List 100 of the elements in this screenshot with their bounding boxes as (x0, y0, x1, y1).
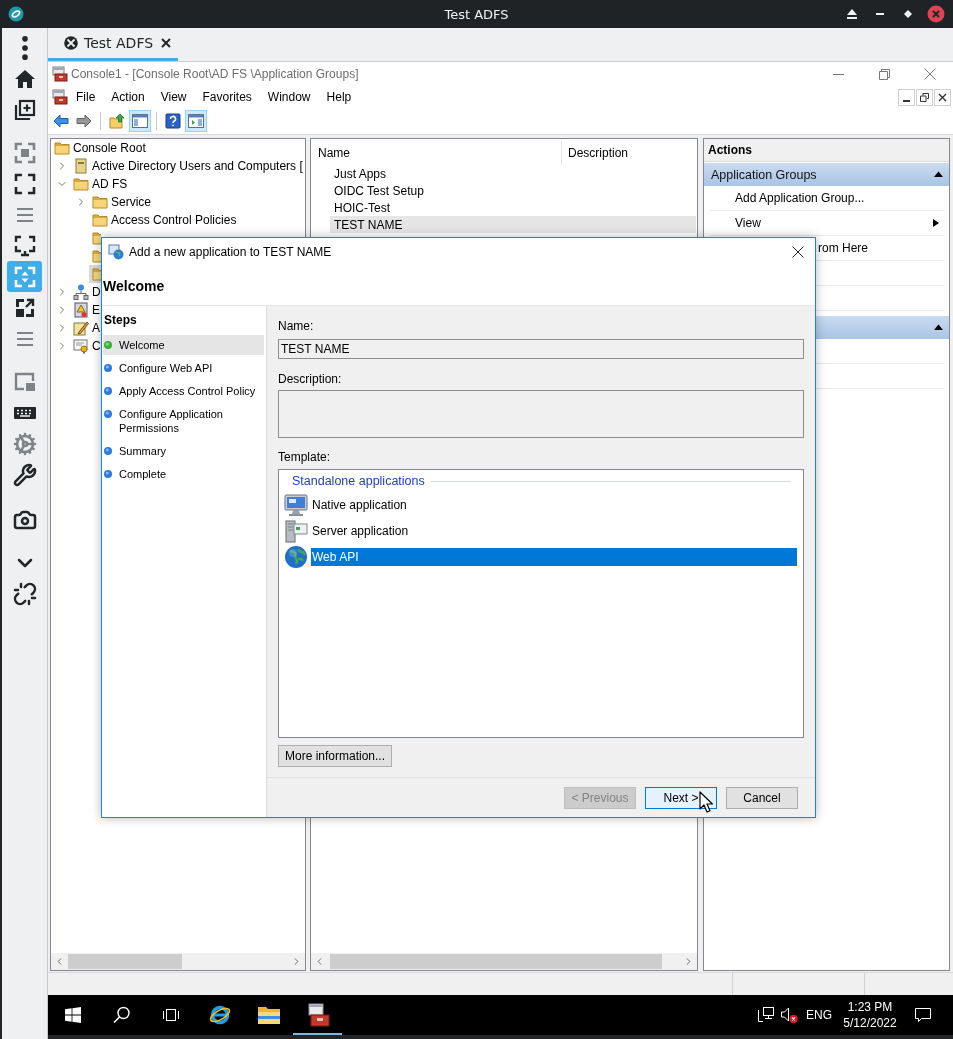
monitor-icon (284, 493, 308, 517)
window-title: Test ADFS (444, 6, 509, 22)
close-button[interactable] (934, 88, 951, 106)
minimize-icon (903, 99, 910, 102)
toolbox-icon (52, 66, 68, 82)
close-tab-button[interactable] (161, 38, 172, 48)
menu-item[interactable]: File (68, 87, 104, 107)
resize-icon (12, 264, 37, 289)
step-dot-icon (104, 341, 112, 349)
restore-icon (878, 68, 890, 80)
more-information-button[interactable]: More information... (278, 745, 393, 767)
field-label: Description: (278, 372, 342, 386)
monitor-corners-icon (12, 233, 37, 258)
minimize-icon (876, 13, 884, 15)
submenu-arrow-icon (932, 219, 940, 227)
toolbox-icon (52, 89, 68, 105)
close-icon (924, 68, 936, 80)
menu-item[interactable]: Favorites (194, 87, 260, 107)
group-header: Standalone applications (292, 474, 425, 488)
section-header[interactable]: Application Groups (704, 163, 949, 186)
menu-item[interactable]: Help (318, 87, 360, 107)
tree-item[interactable]: AD FS (70, 175, 131, 193)
menu-item[interactable]: Window (259, 87, 319, 107)
left-arrow-icon (53, 113, 69, 129)
task-link[interactable]: Add Application Group... (710, 186, 944, 211)
close-icon (792, 246, 804, 258)
minimize-icon (832, 73, 844, 75)
list-row[interactable]: HOIC-Test (330, 199, 696, 216)
step-dot-icon (104, 410, 112, 418)
circle-cross-icon (64, 36, 78, 50)
step-item: Configure Application Permissions (103, 404, 264, 438)
tree-item[interactable]: Service (89, 193, 154, 211)
step-item: Welcome (103, 335, 264, 355)
page-heading: Welcome (103, 277, 165, 294)
toolbox-icon (305, 1003, 330, 1027)
broken-link-icon (12, 581, 37, 606)
tree-item[interactable]: A (70, 319, 103, 337)
network-icon (757, 1006, 775, 1024)
stacked-squares-plus-icon (12, 97, 37, 122)
menu-item[interactable]: View (152, 87, 195, 107)
step-dot-icon (104, 447, 112, 455)
pane-left-icon (132, 113, 148, 129)
template-item[interactable]: Server application (311, 522, 797, 540)
column-header[interactable]: Description (562, 141, 629, 165)
tree-item[interactable]: E (70, 301, 103, 319)
step-item: Apply Access Control Policy (103, 381, 264, 401)
field-label: Name: (278, 319, 314, 333)
eject-icon (846, 8, 858, 20)
focus-square-icon (12, 140, 37, 165)
close-icon (938, 92, 947, 102)
triangle-up-icon[interactable] (934, 323, 943, 332)
dialog-button[interactable]: Next > (645, 786, 717, 809)
help-icon (165, 113, 181, 129)
log-book-icon (73, 302, 89, 318)
pane-title: Actions (704, 139, 949, 162)
server-icon (284, 519, 308, 543)
step-item: Complete (103, 464, 264, 484)
toolbar-button[interactable] (129, 110, 151, 132)
task-link[interactable]: View (710, 211, 944, 236)
horizontal-scrollbar[interactable] (51, 953, 305, 970)
template-list[interactable]: Standalone applications Native application Server application Web API (278, 469, 804, 738)
step-dot-icon (104, 364, 112, 372)
book-icon (73, 158, 89, 174)
step-dot-icon (104, 387, 112, 395)
muted-speaker-icon (780, 1006, 798, 1024)
diamond-icon (903, 9, 913, 19)
dialog-button[interactable]: Cancel (726, 786, 798, 809)
minimize-button[interactable] (898, 88, 915, 106)
folder-icon (92, 194, 108, 210)
column-header[interactable]: Name (311, 141, 562, 165)
toolbar-button[interactable] (162, 110, 184, 132)
triangle-up-icon[interactable] (934, 170, 943, 179)
list-row[interactable]: OIDC Test Setup (330, 182, 696, 199)
list-row[interactable]: TEST NAME (330, 216, 696, 233)
tree-item[interactable]: C (70, 337, 104, 355)
restore-button[interactable] (916, 88, 933, 106)
notification-icon (914, 1006, 932, 1024)
fullscreen-icon (12, 171, 37, 196)
field-label: Template: (278, 450, 331, 464)
menu-item[interactable]: Action (103, 87, 153, 107)
description-field[interactable] (278, 390, 804, 438)
horizontal-scrollbar[interactable] (311, 953, 697, 970)
template-item[interactable]: Web API (311, 548, 797, 566)
toolbar-button[interactable] (185, 110, 207, 132)
template-item[interactable]: Native application (311, 496, 797, 514)
tree-item[interactable]: D (70, 283, 104, 301)
name-field[interactable]: TEST NAME (278, 339, 804, 359)
step-dot-icon (104, 470, 112, 478)
clock-button[interactable]: 1:23 PM 5/12/2022 (840, 995, 900, 1035)
tree-item[interactable]: Active Directory Users and Computers [ (70, 157, 306, 175)
pencil-note-icon (73, 320, 89, 336)
tree-item[interactable]: Console Root (51, 139, 149, 157)
language-indicator[interactable]: ENG (803, 995, 835, 1035)
steps-title: Steps (103, 312, 137, 329)
network-tree-icon (73, 284, 89, 300)
scrollbar-thumb[interactable] (330, 954, 662, 969)
tree-item[interactable]: Access Control Policies (89, 211, 240, 229)
search-icon (112, 1006, 131, 1024)
list-row[interactable]: Just Apps (330, 165, 696, 182)
scrollbar-thumb[interactable] (68, 954, 182, 969)
